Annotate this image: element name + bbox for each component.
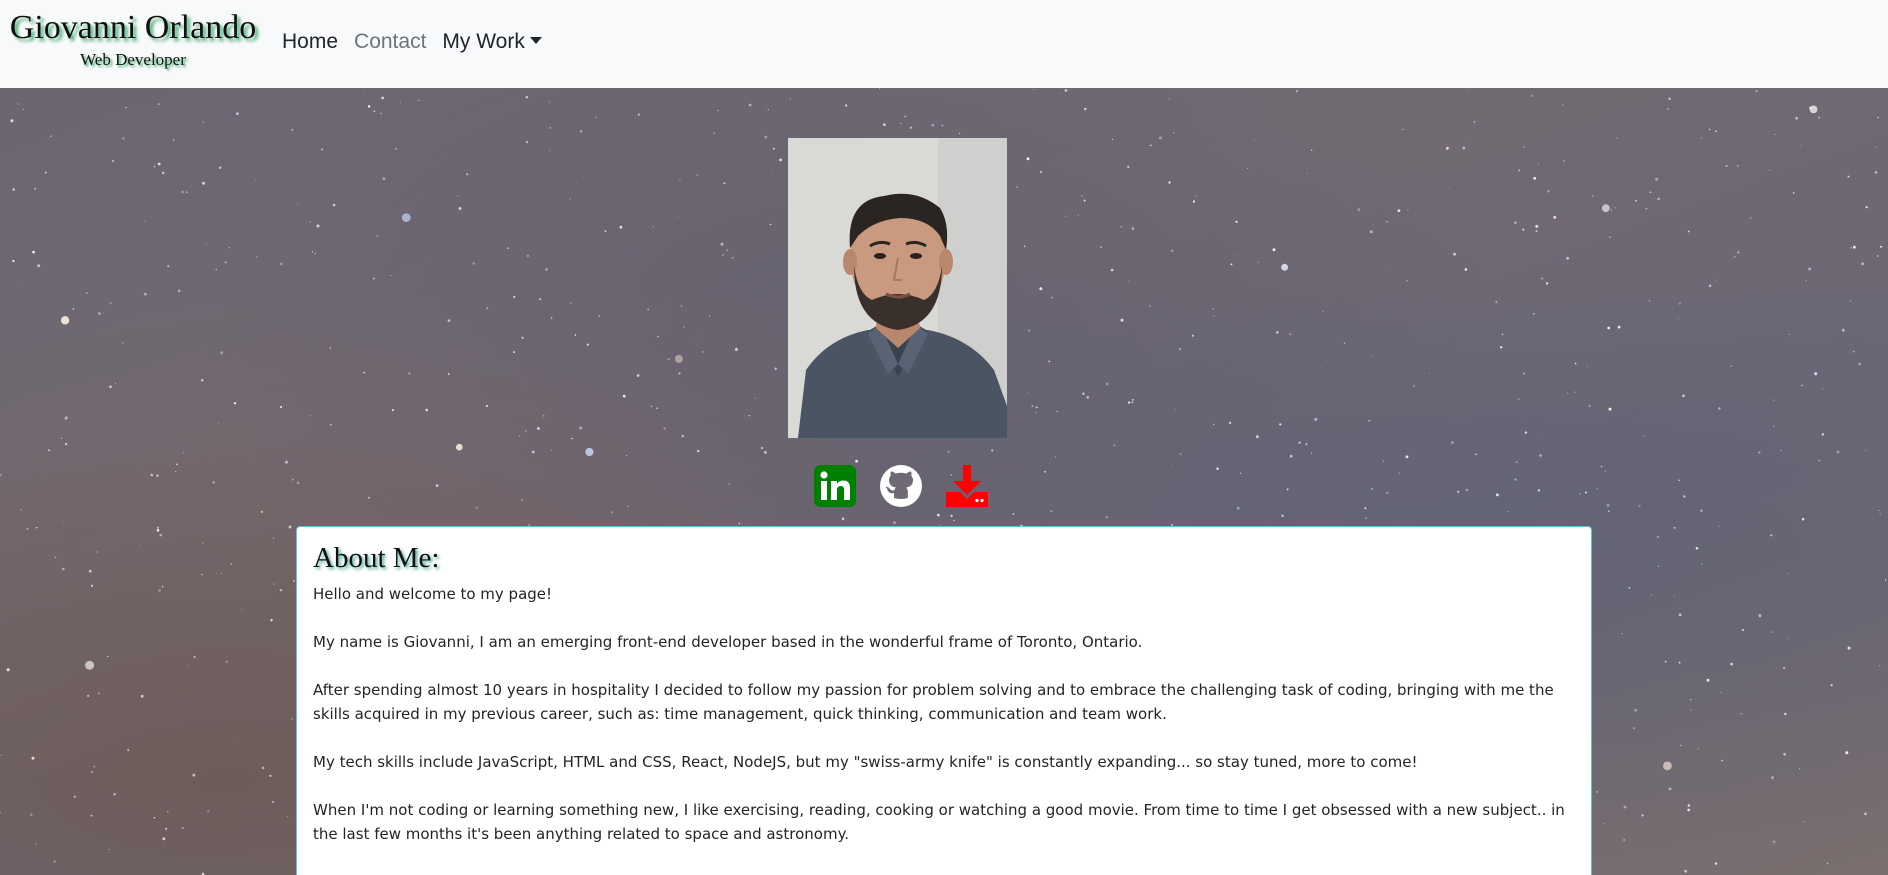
profile-photo bbox=[788, 138, 1007, 438]
about-paragraph: After spending almost 10 years in hospit… bbox=[313, 681, 1554, 723]
about-paragraph: My tech skills include JavaScript, HTML … bbox=[313, 753, 1418, 771]
navbar: Giovanni Orlando Web Developer Home Cont… bbox=[0, 0, 1888, 88]
about-paragraph: When I'm not coding or learning somethin… bbox=[313, 801, 1565, 843]
github-icon[interactable] bbox=[879, 464, 923, 508]
nav-dropdown-my-work[interactable]: My Work bbox=[442, 28, 542, 56]
linkedin-icon[interactable] bbox=[813, 464, 857, 508]
nav-dropdown-label: My Work bbox=[442, 30, 525, 53]
caret-down-icon bbox=[529, 37, 542, 44]
nav-link-home[interactable]: Home bbox=[282, 28, 338, 56]
brand[interactable]: Giovanni Orlando Web Developer bbox=[4, 6, 262, 70]
about-title: About Me: bbox=[313, 542, 440, 574]
about-paragraph: My name is Giovanni, I am an emerging fr… bbox=[313, 633, 1143, 651]
brand-name: Giovanni Orlando bbox=[9, 9, 257, 46]
nav-link-contact[interactable]: Contact bbox=[354, 28, 426, 56]
nav-links: Home Contact My Work bbox=[282, 28, 558, 56]
about-paragraph: Hello and welcome to my page! bbox=[313, 585, 553, 603]
brand-subtitle: Web Developer bbox=[80, 50, 186, 69]
about-card: About Me: Hello and welcome to my page! … bbox=[296, 526, 1592, 875]
download-icon[interactable] bbox=[945, 464, 989, 508]
